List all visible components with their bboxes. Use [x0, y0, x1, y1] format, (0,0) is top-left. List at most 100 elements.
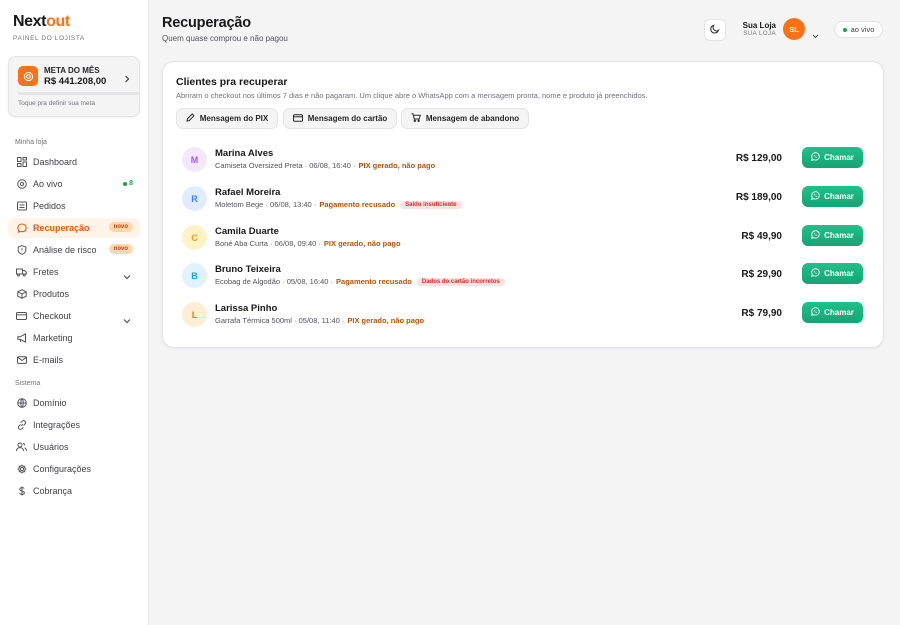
card-icon: [16, 311, 27, 322]
whatsapp-call-button[interactable]: Chamar: [802, 147, 863, 168]
nav-section-store: Minha loja: [15, 139, 47, 146]
customer-row: M Marina Alves Camiseta Oversized Preta · …: [176, 147, 876, 186]
call-button-label: Chamar: [824, 308, 854, 317]
sidebar-item-integracoes[interactable]: Integrações: [8, 415, 140, 435]
order-value: R$ 29,90: [741, 269, 782, 280]
chevron-down-icon[interactable]: [812, 26, 819, 44]
sidebar-item-label: Pedidos: [33, 201, 66, 211]
globe-icon: [16, 398, 27, 409]
customer-row: C Camila Duarte Boné Aba Curta · 06/08, 09…: [176, 225, 876, 264]
customer-meta: Ecobag de Algodão · 05/08, 16:40 · Pagame…: [215, 277, 505, 286]
theme-toggle-button[interactable]: [704, 19, 726, 41]
sidebar-item-produtos[interactable]: Produtos: [8, 284, 140, 304]
new-badge: novo: [108, 222, 133, 232]
whatsapp-call-button[interactable]: Chamar: [802, 302, 863, 323]
call-button-label: Chamar: [824, 269, 854, 278]
customer-avatar: M: [182, 147, 207, 172]
sidebar-item-marketing[interactable]: Marketing: [8, 328, 140, 348]
product-info: Moletom Bege · 06/08, 13:40 ·: [215, 200, 317, 209]
sidebar-item-label: Usuários: [33, 442, 69, 452]
live-status-pill[interactable]: ao vivo: [834, 21, 883, 38]
sidebar-item-recuperacao[interactable]: Recuperação novo: [8, 218, 140, 238]
sidebar: Nextout PAINEL DO LOJISTA META DO MÊS R$…: [0, 0, 149, 625]
box-icon: [16, 289, 27, 300]
live-count: 8: [123, 180, 133, 187]
sidebar-item-label: Fretes: [33, 267, 59, 277]
product-info: Ecobag de Algodão · 05/08, 16:40 ·: [215, 277, 334, 286]
sidebar-item-analise-de-risco[interactable]: Análise de risco novo: [8, 240, 140, 260]
customer-name: Rafael Moreira: [215, 187, 281, 198]
order-value: R$ 129,00: [735, 153, 782, 164]
order-value: R$ 49,90: [741, 231, 782, 242]
customer-avatar: B: [182, 263, 207, 288]
live-dot: [842, 27, 847, 32]
goal-progress-bar: [18, 92, 139, 95]
avatar[interactable]: SL: [783, 18, 805, 40]
sidebar-item-dashboard[interactable]: Dashboard: [8, 152, 140, 172]
live-status-label: ao vivo: [850, 25, 875, 34]
payment-status: PIX gerado, não pago: [323, 239, 401, 248]
goal-value: R$ 441.208,00: [44, 76, 107, 87]
customer-name: Camila Duarte: [215, 226, 279, 237]
customer-row: B Bruno Teixeira Ecobag de Algodão · 05/08…: [176, 263, 876, 302]
sidebar-item-configuracoes[interactable]: Configurações: [8, 459, 140, 479]
payment-status: Pagamento recusado: [336, 277, 412, 286]
monthly-goal-card[interactable]: META DO MÊS R$ 441.208,00 Toque pra defi…: [8, 56, 140, 117]
sidebar-item-emails[interactable]: E-mails: [8, 350, 140, 370]
product-info: Camiseta Oversized Preta · 06/08, 16:40 …: [215, 161, 356, 170]
whatsapp-icon: [811, 268, 820, 279]
abandon-message-button[interactable]: Mensagem de abandono: [401, 108, 529, 129]
chevron-right-icon: [124, 70, 130, 88]
shield-icon: [16, 245, 27, 256]
whatsapp-call-button[interactable]: Chamar: [802, 186, 863, 207]
customer-avatar: C: [182, 225, 207, 250]
whatsapp-icon: [811, 230, 820, 241]
customer-row: R Rafael Moreira Moletom Bege · 06/08, 13:…: [176, 186, 876, 225]
chip-label: Mensagem do PIX: [199, 114, 269, 123]
whatsapp-call-button[interactable]: Chamar: [802, 225, 863, 246]
store-name: Sua Loja: [742, 21, 776, 30]
card-title: Clientes pra recuperar: [176, 76, 288, 88]
card-description: Abriram o checkout nos últimos 7 dias e …: [176, 91, 648, 100]
sidebar-item-label: Checkout: [33, 311, 72, 321]
users-icon: [16, 442, 27, 453]
decline-reason-badge: Saldo insuficiente: [400, 200, 462, 209]
customer-meta: Moletom Bege · 06/08, 13:40 · Pagamento r…: [215, 200, 462, 209]
decline-reason-badge: Dados do cartão incorretos: [416, 277, 505, 286]
payment-status: PIX gerado, não pago: [347, 316, 425, 325]
call-button-label: Chamar: [824, 153, 854, 162]
sidebar-item-label: Produtos: [33, 289, 70, 299]
sidebar-item-dominio[interactable]: Domínio: [8, 393, 140, 413]
sidebar-item-label: Análise de risco: [33, 245, 97, 255]
sidebar-item-pedidos[interactable]: Pedidos: [8, 196, 140, 216]
order-value: R$ 189,00: [735, 192, 782, 203]
brand-subtitle: PAINEL DO LOJISTA: [13, 35, 85, 42]
list-icon: [16, 201, 27, 212]
whatsapp-call-button[interactable]: Chamar: [802, 263, 863, 284]
brand-logo[interactable]: Nextout: [13, 13, 70, 31]
page-subtitle: Quem quase comprou e não pagou: [162, 34, 288, 43]
customer-avatar: L: [182, 302, 207, 327]
sidebar-item-usuarios[interactable]: Usuários: [8, 437, 140, 457]
recovery-card: Clientes pra recuperar Abriram o checkou…: [162, 61, 884, 348]
sidebar-item-checkout[interactable]: Checkout: [8, 306, 140, 326]
call-button-label: Chamar: [824, 231, 854, 240]
whatsapp-icon: [811, 191, 820, 202]
sidebar-item-label: Cobrança: [33, 486, 73, 496]
pix-message-button[interactable]: Mensagem do PIX: [176, 108, 278, 129]
sidebar-item-label: E-mails: [33, 355, 64, 365]
sidebar-item-label: Ao vivo: [33, 179, 63, 189]
grid-icon: [16, 157, 27, 168]
card-message-button[interactable]: Mensagem do cartão: [283, 108, 397, 129]
payment-status: Pagamento recusado: [319, 200, 396, 209]
chat-icon: [16, 223, 27, 234]
goal-hint: Toque pra definir sua meta: [18, 100, 95, 107]
live-dot: [123, 181, 128, 186]
chevron-down-icon: [123, 311, 131, 329]
sidebar-item-ao-vivo[interactable]: Ao vivo 8: [8, 174, 140, 194]
sidebar-item-fretes[interactable]: Fretes: [8, 262, 140, 282]
store-subtitle: SUA LOJA: [743, 31, 776, 37]
product-info: Boné Aba Curta · 06/08, 09:40 ·: [215, 239, 321, 248]
customer-meta: Camiseta Oversized Preta · 06/08, 16:40 …: [215, 161, 435, 170]
sidebar-item-cobranca[interactable]: Cobrança: [8, 481, 140, 501]
